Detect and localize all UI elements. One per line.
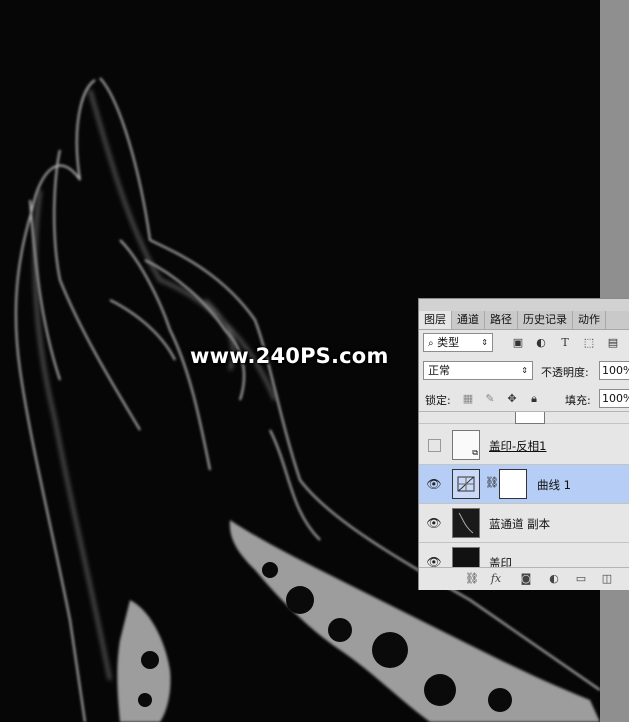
lock-transparent-icon[interactable]: ▦	[461, 392, 475, 406]
layer-row[interactable]: 👁︎ 蓝通道 副本	[419, 504, 629, 543]
link-icon[interactable]: ⛓︎	[465, 572, 479, 586]
smart-object-badge-icon: ⧉	[472, 448, 478, 457]
folder-icon[interactable]: ▭	[574, 572, 588, 586]
adjustment-filter-icon[interactable]: ◐	[534, 336, 548, 350]
layer-thumbnail	[452, 547, 480, 568]
layer-row[interactable]: ⧉ 盖印-反相1	[419, 426, 629, 465]
chain-link-icon[interactable]: ⛓︎	[485, 476, 499, 489]
filter-row: ⌕ 类型 ⇕ ▣ ◐ T ⬚ ▤	[419, 332, 629, 354]
blend-mode-select[interactable]: 正常 ⇕	[423, 361, 533, 380]
panel-title-bar[interactable]	[419, 299, 629, 311]
up-down-arrows-icon: ⇕	[481, 338, 488, 347]
type-filter-icon[interactable]: T	[558, 336, 572, 350]
layer-name[interactable]: 盖印-反相1	[489, 438, 546, 454]
fill-field[interactable]: 100%	[599, 389, 629, 408]
panel-bottom-bar: ⛓︎ fx ◙ ◐ ▭ ◫	[419, 567, 629, 590]
blend-mode-value: 正常	[428, 364, 450, 377]
search-icon: ⌕	[428, 338, 434, 349]
watermark-text: www.240PS.com	[190, 344, 389, 368]
lock-brush-icon[interactable]: ✎	[483, 392, 497, 406]
fill-label: 填充:	[565, 394, 591, 407]
eye-icon[interactable]: 👁︎	[426, 516, 442, 530]
lock-label: 锁定:	[425, 394, 451, 407]
layer-name[interactable]: 蓝通道 副本	[489, 516, 550, 532]
lock-position-icon[interactable]: ✥	[505, 392, 519, 406]
panel-tabs: 图层 通道 路径 历史记录 动作	[419, 311, 629, 330]
up-down-arrows-icon: ⇕	[521, 366, 528, 375]
layer-thumbnail	[515, 412, 545, 424]
smart-object-filter-icon[interactable]: ▤	[606, 336, 620, 350]
tab-actions[interactable]: 动作	[573, 311, 606, 329]
filter-type-select[interactable]: ⌕ 类型 ⇕	[423, 333, 493, 352]
eye-icon[interactable]: 👁︎	[426, 477, 442, 491]
layer-row[interactable]: 👁︎ 盖印	[419, 543, 629, 568]
mask-icon[interactable]: ◙	[519, 572, 533, 586]
opacity-field[interactable]: 100%	[599, 361, 629, 380]
layer-thumbnail: ⧉	[452, 430, 480, 460]
new-layer-icon[interactable]: ◫	[600, 572, 614, 586]
tab-paths[interactable]: 路径	[485, 311, 518, 329]
lock-all-icon[interactable]: 🔒︎	[527, 392, 541, 406]
tab-channels[interactable]: 通道	[452, 311, 485, 329]
adjustment-icon[interactable]: ◐	[547, 572, 561, 586]
layer-row-selected[interactable]: 👁︎ ⛓︎ 曲线 1	[419, 465, 629, 504]
curves-adjustment-icon	[452, 469, 480, 499]
blend-row: 正常 ⇕ 不透明度: 100%	[419, 360, 629, 382]
tab-layers[interactable]: 图层	[419, 311, 452, 329]
layer-thumbnail	[452, 508, 480, 538]
tab-history[interactable]: 历史记录	[518, 311, 573, 329]
visibility-off-icon[interactable]	[428, 439, 441, 452]
fx-icon[interactable]: fx	[489, 572, 503, 586]
layers-list[interactable]: ⧉ 盖印-反相1 👁︎ ⛓︎ 曲线 1 👁︎ 蓝通道 副本 👁︎ 盖印	[419, 411, 629, 568]
layer-name[interactable]: 曲线 1	[537, 477, 571, 493]
layer-row-partial[interactable]	[419, 412, 629, 424]
layers-panel[interactable]: 图层 通道 路径 历史记录 动作 ⌕ 类型 ⇕ ▣ ◐ T ⬚ ▤ 正常 ⇕ 不…	[418, 298, 629, 590]
image-filter-icon[interactable]: ▣	[511, 336, 525, 350]
opacity-label: 不透明度:	[541, 366, 589, 379]
mask-thumbnail[interactable]	[499, 469, 527, 499]
filter-type-label: 类型	[437, 336, 460, 349]
lock-row: 锁定: ▦ ✎ ✥ 🔒︎ 填充: 100%	[419, 388, 629, 410]
shape-filter-icon[interactable]: ⬚	[582, 336, 596, 350]
